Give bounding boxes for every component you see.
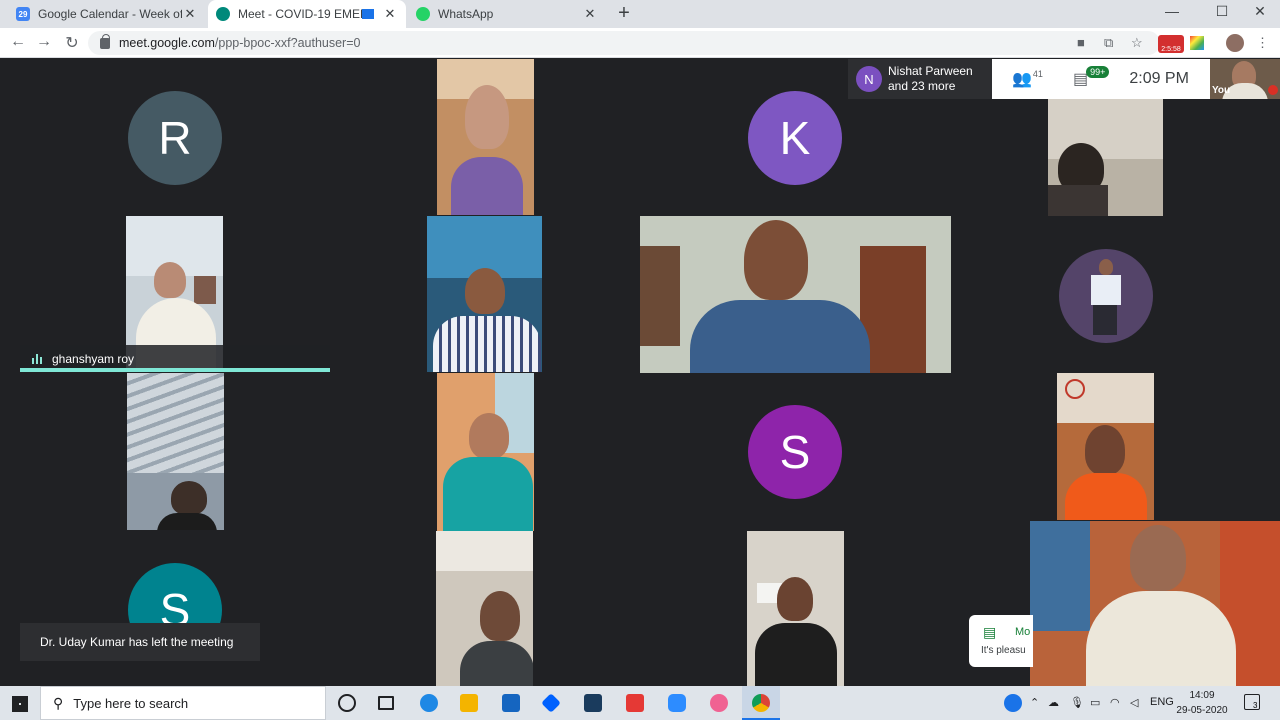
windows-taskbar: ⚲ Type here to search ⌃ ☁ 🎙 ▭ ◠ ◁ ENG 14… <box>0 686 1280 720</box>
participant-avatar-k[interactable]: K <box>748 91 842 185</box>
paint-icon[interactable] <box>710 694 728 712</box>
chevron-up-icon[interactable]: ⌃ <box>1030 696 1039 709</box>
participant-video-girl[interactable] <box>747 531 844 686</box>
help-tray-icon[interactable] <box>1004 694 1022 712</box>
participant-video-large[interactable] <box>1030 521 1280 686</box>
edge-icon[interactable] <box>420 694 438 712</box>
meet-icon <box>216 7 230 21</box>
presenter-name: Nishat Parween <box>888 64 973 78</box>
speaker-name: ghanshyam roy <box>52 351 135 366</box>
zoom-icon[interactable] <box>668 694 686 712</box>
taskbar-clock[interactable]: 14:09 29-05-2020 <box>1176 688 1228 718</box>
app-s-icon[interactable] <box>584 694 602 712</box>
close-tab-icon[interactable]: ✕ <box>582 6 598 22</box>
whatsapp-icon <box>416 7 430 21</box>
meeting-info-bar: 👥 41 ▤ 99+ 2:09 PM <box>992 59 1210 99</box>
windows-start-icon[interactable] <box>12 696 28 712</box>
calendar-icon: 29 <box>16 7 30 21</box>
chat-badge: 99+ <box>1086 66 1110 78</box>
participant-video-man-checked[interactable] <box>427 216 542 372</box>
participant-video-woman-3[interactable] <box>1057 373 1154 520</box>
close-tab-icon[interactable]: ✕ <box>182 6 198 22</box>
participant-video-ceiling[interactable] <box>127 373 224 530</box>
mail-icon[interactable] <box>502 694 520 712</box>
taskbar-search[interactable]: ⚲ Type here to search <box>40 686 326 720</box>
speaking-indicator-bar <box>20 368 330 372</box>
self-label: You <box>1212 85 1231 96</box>
mic-off-icon <box>1268 85 1278 95</box>
chat-notification[interactable]: ▤ Mo It's pleasu <box>969 615 1033 667</box>
tab-meet[interactable]: Meet - COVID-19 EMERGING ✕ <box>208 0 406 28</box>
people-icon[interactable]: 👥 <box>1012 69 1032 89</box>
participant-video-presenter[interactable] <box>640 216 951 373</box>
tab-strip: 29 Google Calendar - Week of May ✕ Meet … <box>0 0 1280 28</box>
wifi-icon[interactable]: ◠ <box>1110 696 1120 709</box>
reload-icon[interactable]: ↻ <box>62 33 82 53</box>
extension-color-icon[interactable] <box>1190 36 1204 50</box>
participant-video-woman-1[interactable] <box>437 59 534 215</box>
browser-toolbar: ← → ↻ meet.google.com/ppp-bpoc-xxf?authu… <box>0 28 1280 58</box>
participant-avatar-s-purple[interactable]: S <box>748 405 842 499</box>
meet-stage: R ghanshyam roy S K S N Nishat Parween a… <box>0 59 1280 686</box>
tab-title: Google Calendar - Week of May <box>38 7 182 21</box>
presenter-more: and 23 more <box>888 79 956 93</box>
maximize-icon[interactable]: ☐ <box>1210 3 1234 20</box>
notification-count: 3 <box>1253 701 1258 710</box>
chrome-taskbar-active[interactable] <box>742 686 780 720</box>
participants-count: 41 <box>1032 69 1043 79</box>
clock-date: 29-05-2020 <box>1176 705 1228 716</box>
volume-icon[interactable]: ◁ <box>1130 696 1138 709</box>
audio-level-icon <box>32 353 42 364</box>
microphone-icon[interactable]: 🎙 <box>1070 696 1084 709</box>
self-view[interactable]: You <box>1210 59 1280 99</box>
tab-whatsapp[interactable]: WhatsApp ✕ <box>408 0 606 28</box>
dropbox-icon[interactable] <box>541 693 561 713</box>
cloud-icon[interactable]: ☁ <box>1048 696 1059 709</box>
presenter-info[interactable]: N Nishat Parween and 23 more <box>848 59 992 99</box>
participant-avatar-photo[interactable] <box>1059 249 1153 343</box>
new-tab-button[interactable]: + <box>614 2 634 25</box>
chrome-icon <box>752 694 770 712</box>
forward-icon[interactable]: → <box>34 33 54 51</box>
participant-avatar-r[interactable]: R <box>128 91 222 185</box>
url-path: /ppp-bpoc-xxf?authuser=0 <box>214 36 361 50</box>
menu-icon[interactable]: ⋮ <box>1256 35 1269 51</box>
language-indicator[interactable]: ENG <box>1150 696 1174 708</box>
minimize-icon[interactable]: — <box>1160 3 1184 19</box>
battery-icon[interactable]: ▭ <box>1090 696 1100 709</box>
close-tab-icon[interactable]: ✕ <box>382 6 398 22</box>
file-explorer-icon[interactable] <box>460 694 478 712</box>
camera-icon[interactable]: ■ <box>1077 35 1085 50</box>
tab-google-calendar[interactable]: 29 Google Calendar - Week of May ✕ <box>8 0 206 28</box>
chat-notification-text: It's pleasu <box>981 645 1026 656</box>
tab-title: WhatsApp <box>438 7 494 21</box>
star-icon[interactable]: ☆ <box>1131 35 1143 51</box>
tab-title: Meet - COVID-19 EMERGING <box>238 7 362 21</box>
extension-timer-icon[interactable]: 2:5:58 <box>1158 35 1184 53</box>
meeting-time: 2:09 PM <box>1129 70 1189 87</box>
cortana-icon[interactable] <box>338 694 356 712</box>
translate-icon[interactable]: ⧉ <box>1104 35 1113 51</box>
anydesk-icon[interactable] <box>626 694 644 712</box>
profile-avatar[interactable] <box>1226 34 1244 52</box>
address-bar[interactable]: meet.google.com/ppp-bpoc-xxf?authuser=0 <box>88 31 1160 55</box>
lock-icon <box>100 33 110 49</box>
participant-video-woman-2[interactable] <box>437 373 534 531</box>
chat-notification-title: Mo <box>1015 626 1031 638</box>
search-placeholder: Type here to search <box>73 695 189 711</box>
clock-time: 14:09 <box>1189 690 1215 701</box>
participant-video-man-glasses[interactable] <box>436 531 533 686</box>
task-view-icon[interactable] <box>378 696 394 710</box>
left-meeting-toast: Dr. Uday Kumar has left the meeting <box>20 623 260 661</box>
presenter-avatar: N <box>856 66 882 92</box>
participant-video-dark[interactable] <box>1048 99 1163 216</box>
url-host: meet.google.com <box>119 36 215 50</box>
search-icon: ⚲ <box>53 694 64 711</box>
chat-bubble-icon: ▤ <box>983 624 997 640</box>
notification-icon[interactable]: 3 <box>1244 694 1260 710</box>
back-icon[interactable]: ← <box>8 33 28 51</box>
casting-icon <box>362 9 374 19</box>
close-window-icon[interactable]: ✕ <box>1248 3 1272 20</box>
